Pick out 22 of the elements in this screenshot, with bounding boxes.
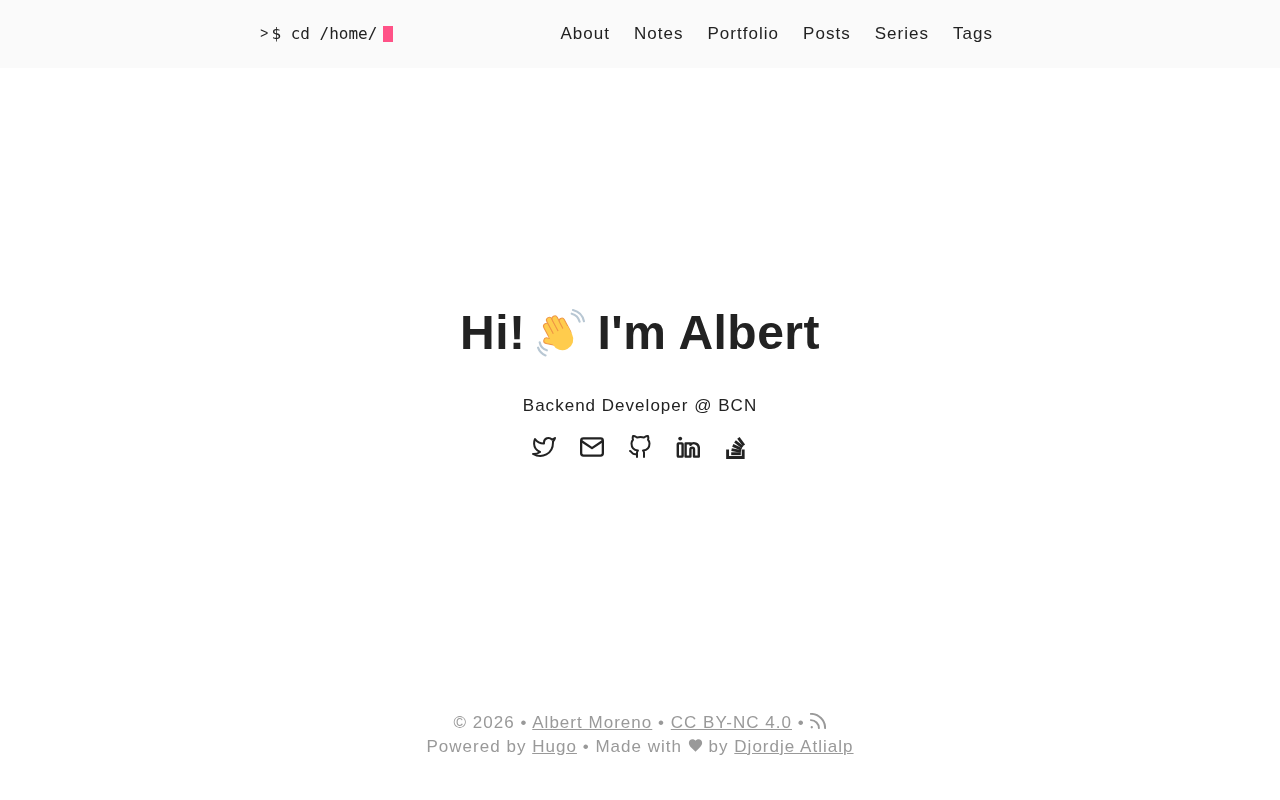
waving-hand-icon (537, 309, 586, 357)
linkedin-icon[interactable] (676, 435, 700, 459)
octocat-icon[interactable] (628, 435, 652, 459)
nav-link[interactable]: Posts (803, 24, 851, 44)
footer-text: © 2026 • Albert Moreno • CC BY-NC 4.0 • (0, 711, 1280, 735)
heart-icon (687, 739, 703, 752)
nav-link[interactable]: Series (874, 24, 929, 44)
subtitle-text: Backend Developer @ BCN (522, 396, 758, 416)
nav-link[interactable]: About (560, 24, 610, 44)
nav-link[interactable]: Portfolio (707, 24, 780, 44)
rss-icon[interactable] (810, 713, 827, 729)
site-logo[interactable]: $ cd /home/ (271, 23, 378, 43)
nav-link[interactable]: Tags (953, 24, 993, 44)
nav-link[interactable]: Notes (634, 24, 684, 44)
text-cursor-icon (383, 26, 394, 42)
heading-text: Hi! (460, 305, 526, 361)
stack-icon[interactable] (724, 435, 748, 459)
prompt-symbol: > (260, 25, 269, 42)
heading-text: I'm Albert (597, 305, 820, 361)
envelope-icon[interactable] (580, 435, 604, 459)
bird-icon[interactable] (532, 435, 556, 459)
footer-text: Powered by Hugo • Made with by Djordje Atlialp (425, 736, 855, 758)
